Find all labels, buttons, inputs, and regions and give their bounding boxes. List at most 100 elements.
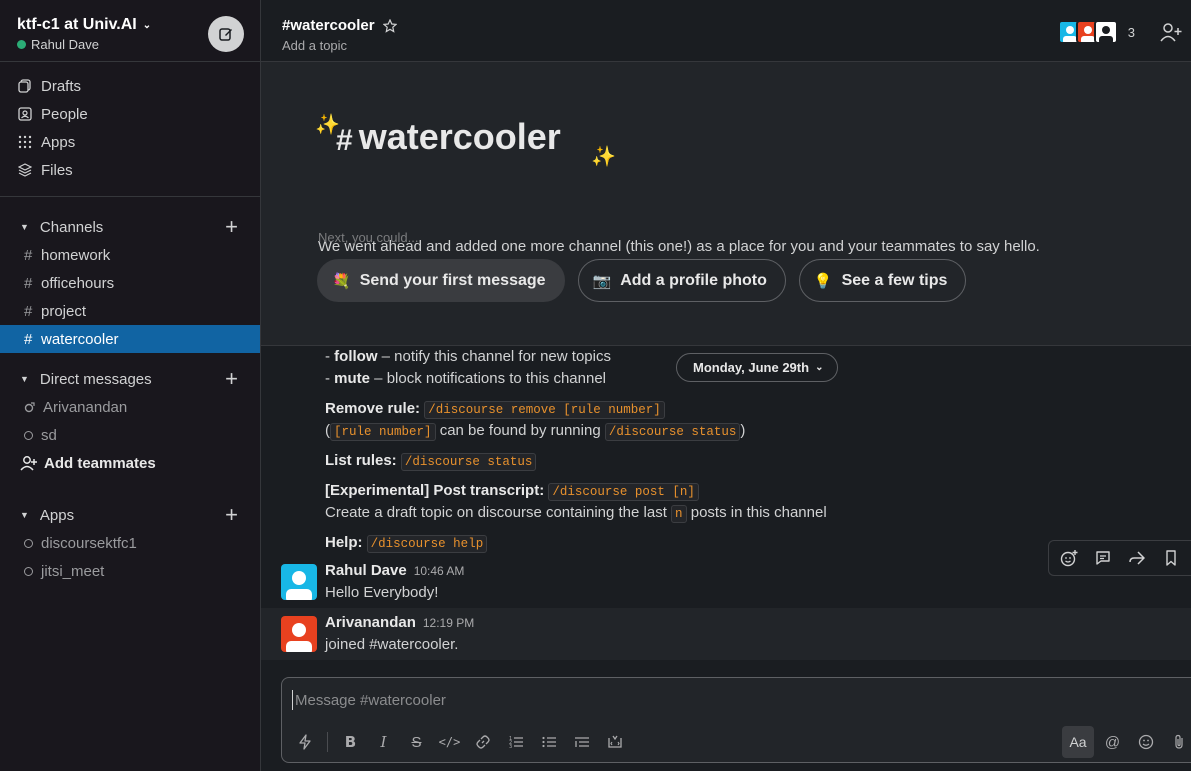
bulleted-list-icon[interactable] — [532, 726, 565, 758]
message-item[interactable]: Arivanandan 12:19 PM joined #watercooler. — [261, 608, 1191, 660]
help-label: List rules: — [325, 452, 397, 469]
section-label: Apps — [39, 506, 75, 524]
add-teammates-button[interactable]: Add teammates — [0, 449, 260, 477]
add-member-button[interactable] — [1160, 22, 1182, 46]
member-list-button[interactable]: 3 — [1057, 20, 1135, 44]
camera-icon: 📷 — [592, 272, 612, 290]
message-text: Hello Everybody! — [325, 584, 439, 601]
message-input[interactable] — [292, 690, 1172, 710]
message-author[interactable]: Rahul Dave 10:46 AM — [325, 562, 464, 579]
add-dm-icon[interactable]: + — [225, 368, 238, 390]
avatar — [1093, 20, 1118, 44]
intro-description: We went ahead and added one more channel… — [318, 238, 1040, 255]
star-icon[interactable] — [382, 18, 397, 33]
drafts-icon — [18, 79, 32, 93]
workspace-header[interactable]: ktf-c1 at Univ.AI ⌄ Rahul Dave — [0, 0, 260, 62]
add-profile-photo-button[interactable]: 📷 Add a profile photo — [577, 259, 786, 302]
intro-actions: 💐 Send your first message 📷 Add a profil… — [317, 259, 967, 302]
message-timestamp[interactable]: 10:46 AM — [414, 564, 465, 578]
ordered-list-icon[interactable]: 123 — [499, 726, 532, 758]
share-forward-icon[interactable] — [1121, 542, 1153, 574]
blockquote-icon[interactable] — [565, 726, 598, 758]
see-tips-button[interactable]: 💡 See a few tips — [798, 259, 967, 302]
date-divider-button[interactable]: Monday, June 29th ⌄ — [676, 353, 839, 382]
apps-section-header[interactable]: ▼ Apps + — [0, 501, 260, 529]
attach-paperclip-icon[interactable] — [1162, 726, 1191, 758]
sidebar-app-jitsi-meet[interactable]: jitsi_meet — [0, 557, 260, 585]
shortcuts-lightning-icon[interactable] — [288, 726, 321, 758]
sidebar-dm-arivanandan[interactable]: Arivanandan — [0, 393, 260, 421]
nav-label: Files — [41, 161, 73, 179]
offline-presence-icon — [24, 538, 33, 548]
reply-thread-icon[interactable] — [1087, 542, 1119, 574]
help-line-follow: - follow – notify this channel for new t… — [325, 348, 611, 365]
link-icon[interactable] — [466, 726, 499, 758]
sidebar-channel-watercooler[interactable]: # watercooler — [0, 325, 260, 353]
add-channel-icon[interactable]: + — [225, 216, 238, 238]
nav-item-apps[interactable]: Apps — [0, 128, 260, 156]
sidebar-channel-officehours[interactable]: # officehours — [0, 269, 260, 297]
help-label: Help: — [325, 534, 363, 551]
dms-section-header[interactable]: ▼ Direct messages + — [0, 365, 260, 393]
nav-label: Drafts — [41, 77, 82, 95]
help-label: [Experimental] Post transcript: — [325, 482, 545, 499]
toolbar-divider — [327, 732, 328, 752]
channel-topic[interactable]: Add a topic — [282, 38, 1170, 53]
message-list: - follow – notify this channel for new t… — [261, 347, 1191, 677]
nav-label: Apps — [41, 133, 76, 151]
nav-label: People — [41, 105, 88, 123]
nav-section: Drafts People Apps Files — [0, 62, 260, 197]
channel-name: officehours — [41, 274, 115, 292]
formatting-toggle-button[interactable]: Aa — [1062, 726, 1094, 758]
message-timestamp[interactable]: 12:19 PM — [423, 616, 474, 630]
author-name: Arivanandan — [325, 614, 416, 631]
button-label: Send your first message — [359, 271, 546, 289]
app-name: jitsi_meet — [41, 562, 105, 580]
caret-down-icon: ▼ — [20, 510, 29, 520]
channels-section-header[interactable]: ▼ Channels + — [0, 213, 260, 241]
intro-title-text: watercooler — [358, 116, 561, 157]
main-pane: #watercooler Add a topic 3 ✨ # watercool… — [261, 0, 1191, 771]
message-author[interactable]: Arivanandan 12:19 PM — [325, 614, 474, 631]
channel-title[interactable]: #watercooler — [282, 17, 1170, 34]
nav-item-people[interactable]: People — [0, 100, 260, 128]
hash-icon: # — [24, 274, 33, 292]
intro-title: # watercooler — [336, 116, 561, 158]
section-label: Channels — [39, 218, 104, 236]
help-line-list: List rules: /discourse status — [325, 452, 537, 471]
nav-item-drafts[interactable]: Drafts — [0, 72, 260, 100]
code-block-icon[interactable] — [598, 726, 631, 758]
sidebar-channel-homework[interactable]: # homework — [0, 241, 260, 269]
author-name: Rahul Dave — [325, 562, 407, 579]
emoji-icon[interactable] — [1129, 726, 1162, 758]
sidebar-dm-sd[interactable]: sd — [0, 421, 260, 449]
away-presence-icon — [24, 401, 35, 412]
section-label: Direct messages — [39, 370, 152, 388]
hash-icon: # — [24, 246, 33, 264]
add-reaction-icon[interactable] — [1053, 542, 1085, 574]
avatar[interactable] — [281, 616, 317, 652]
bold-icon[interactable]: B — [334, 726, 367, 758]
add-app-icon[interactable]: + — [225, 504, 238, 526]
help-desc: posts in this channel — [686, 504, 827, 521]
caret-down-icon: ▼ — [20, 374, 29, 384]
strikethrough-icon[interactable]: S — [400, 726, 433, 758]
send-first-message-button[interactable]: 💐 Send your first message — [317, 259, 565, 302]
sidebar-channel-project[interactable]: # project — [0, 297, 260, 325]
add-person-icon — [20, 456, 37, 471]
mention-icon[interactable]: @ — [1096, 726, 1129, 758]
compose-button[interactable] — [208, 16, 244, 52]
italic-icon[interactable]: I — [367, 726, 400, 758]
bookmark-icon[interactable] — [1155, 542, 1187, 574]
bouquet-icon: 💐 — [332, 272, 351, 290]
channel-name: project — [41, 302, 87, 320]
member-count: 3 — [1127, 24, 1135, 40]
channel-header: #watercooler Add a topic 3 — [261, 0, 1191, 62]
intro-hash: # — [336, 124, 353, 157]
sidebar-app-discoursektfc1[interactable]: discoursektfc1 — [0, 529, 260, 557]
svg-text:3: 3 — [509, 744, 512, 750]
code-icon[interactable]: </> — [433, 726, 466, 758]
nav-item-files[interactable]: Files — [0, 156, 260, 184]
avatar[interactable] — [281, 564, 317, 600]
composer-toolbar: B I S </> 123 Aa @ — [288, 726, 1191, 758]
